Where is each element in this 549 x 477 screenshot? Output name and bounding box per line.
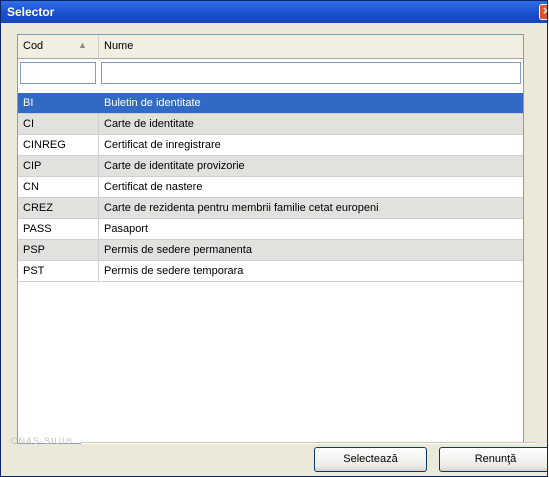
brand-label: CNAS-SIUI® (11, 436, 74, 446)
window-title: Selector (7, 5, 55, 19)
table-row[interactable]: PST Permis de sedere temporara (18, 261, 523, 282)
cell-code: BI (23, 97, 34, 109)
cell-code: PSP (23, 244, 46, 256)
filter-name-input[interactable] (101, 62, 521, 84)
table-row[interactable]: BI Buletin de identitate (18, 93, 523, 114)
cell-code: CINREG (23, 139, 66, 151)
cell-name: Permis de sedere permanenta (104, 244, 252, 256)
cell-code: PST (23, 265, 45, 277)
table-row[interactable]: CN Certificat de nastere (18, 177, 523, 198)
select-button[interactable]: Selectează (314, 447, 427, 472)
table-row[interactable]: PSP Permis de sedere permanenta (18, 240, 523, 261)
cell-name: Pasaport (104, 223, 149, 235)
filter-code-input[interactable] (20, 62, 96, 84)
cell-name: Permis de sedere temporara (104, 265, 244, 277)
cell-code: CI (23, 118, 34, 130)
sort-ascending-icon: ▲ (78, 40, 87, 50)
title-bar[interactable]: Selector × (1, 1, 547, 23)
close-button[interactable]: × (539, 4, 547, 20)
column-header-name-label: Nume (104, 40, 134, 52)
cell-name: Carte de identitate provizorie (104, 160, 245, 172)
cell-name: Buletin de identitate (104, 97, 201, 109)
cell-code: CN (23, 181, 39, 193)
cell-code: CIP (23, 160, 42, 172)
cancel-button[interactable]: Renunţă (439, 447, 547, 472)
table-row[interactable]: PASS Pasaport (18, 219, 523, 240)
cell-name: Certificat de inregistrare (104, 139, 221, 151)
cell-code: PASS (23, 223, 52, 235)
rows-container: BI Buletin de identitate CI Carte de ide… (18, 93, 523, 282)
cell-name: Carte de identitate (104, 118, 194, 130)
table-row[interactable]: CINREG Certificat de inregistrare (18, 135, 523, 156)
column-header-name[interactable]: Nume (99, 35, 523, 59)
cell-name: Carte de rezidenta pentru membrii famili… (104, 202, 379, 214)
column-header-code[interactable]: Cod ▲ (18, 35, 99, 59)
table-row[interactable]: CI Carte de identitate (18, 114, 523, 135)
selector-grid: Cod ▲ Nume BI Buletin de identitate CI C… (17, 34, 524, 444)
column-header-code-label: Cod (23, 40, 44, 52)
divider (81, 442, 537, 444)
table-row[interactable]: CIP Carte de identitate provizorie (18, 156, 523, 177)
cell-code: CREZ (23, 202, 53, 214)
selector-dialog: Selector × Cod ▲ Nume BI Buletin de iden… (0, 0, 548, 477)
close-icon: × (542, 4, 547, 17)
footer: CNAS-SIUI® Selectează Renunţă (1, 436, 547, 476)
table-row[interactable]: CREZ Carte de rezidenta pentru membrii f… (18, 198, 523, 219)
cell-name: Certificat de nastere (104, 181, 203, 193)
